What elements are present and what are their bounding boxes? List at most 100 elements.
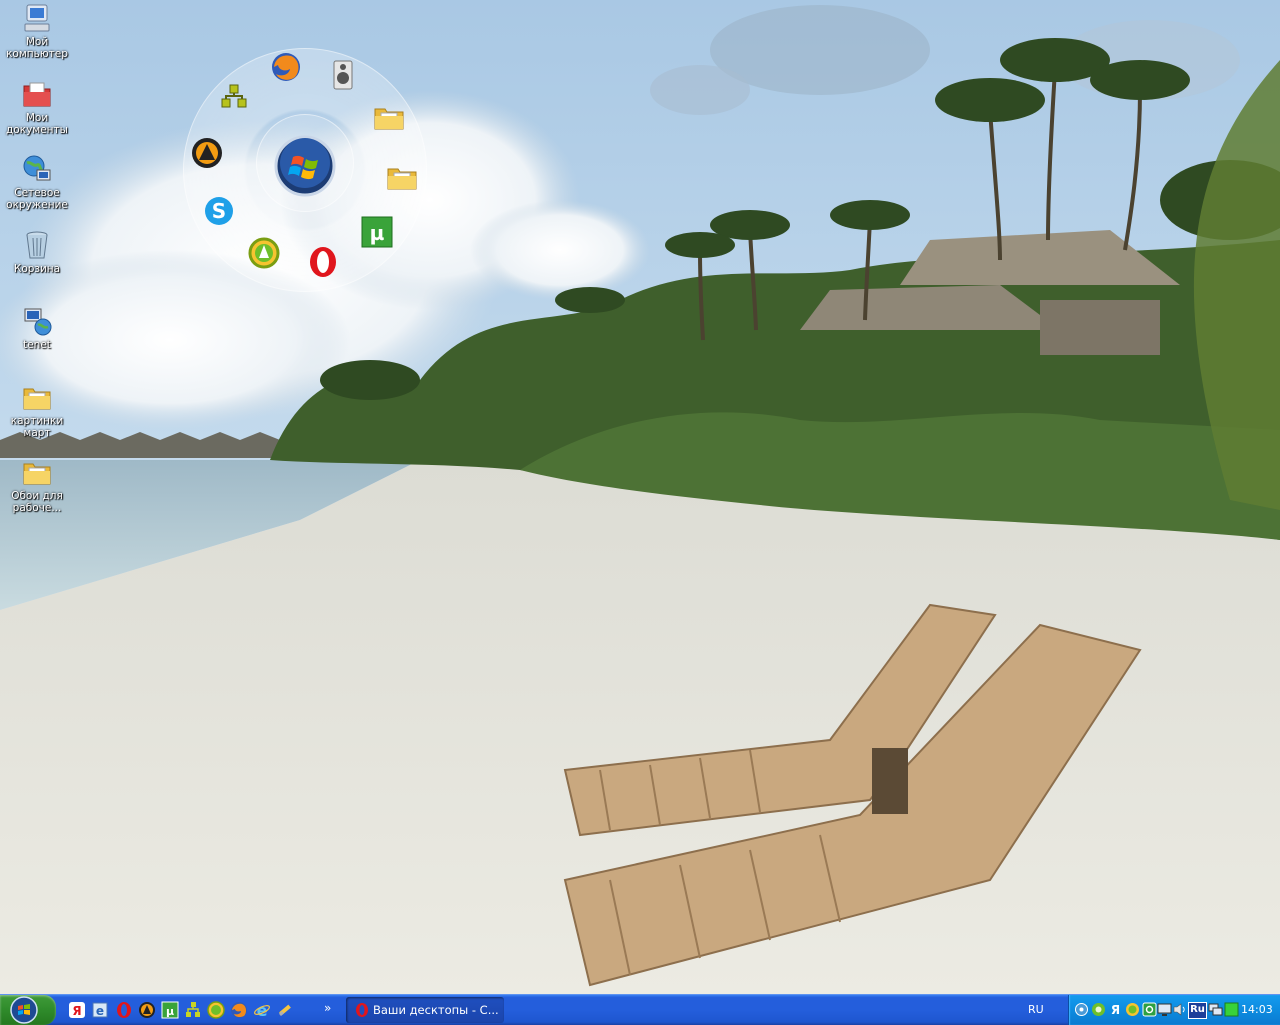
desktop-icon-label: картинки март [10, 415, 64, 439]
ftp-tree-icon [221, 84, 247, 108]
start-button[interactable] [0, 995, 56, 1025]
opera-icon [117, 1002, 131, 1018]
desktop-icon-tenet[interactable]: tenet [3, 305, 71, 351]
volume-icon [1173, 1003, 1185, 1016]
folder-icon [23, 388, 51, 410]
desktop-icon-label: Корзина [13, 263, 61, 275]
desktop-icon-folder-oboi[interactable]: Обои для рабоче... [3, 456, 71, 514]
my-computer-icon [24, 4, 50, 32]
tray-language-button[interactable]: Ru [1188, 1002, 1207, 1019]
desktop-icon-label: Сетевое окружение [6, 187, 68, 211]
tray-green-app-icon-wrap[interactable] [1142, 1002, 1157, 1017]
launcher-item-skype[interactable]: S [202, 194, 236, 228]
launcher-item-speaker[interactable] [326, 58, 360, 92]
firefox-icon [272, 53, 300, 81]
tray-icq-icon-wrap[interactable] [1091, 1002, 1106, 1017]
aimp-icon [139, 1002, 155, 1018]
desktop-icon-label: Мои документы [6, 112, 68, 136]
folder-icon [374, 108, 404, 130]
launcher-item-opera[interactable] [306, 245, 340, 279]
launcher-item-utorrent[interactable]: µ [360, 215, 394, 249]
ie-shield-icon: e [92, 1002, 108, 1018]
quicklaunch-ftp-tree[interactable] [184, 1001, 202, 1019]
taskbar-window-button[interactable]: Ваши десктопы - С... [346, 997, 504, 1023]
launcher-item-aimp[interactable] [190, 136, 224, 170]
quicklaunch-yandex[interactable]: Я [68, 1001, 86, 1019]
taskbar-window-label: Ваши десктопы - С... [373, 1003, 499, 1017]
agent-icon [248, 237, 280, 269]
tray-language-label: Ru [1190, 1004, 1205, 1015]
launcher-item-folder-2[interactable] [385, 160, 419, 194]
tray-connection-icon-wrap[interactable] [1208, 1002, 1223, 1017]
desktop-icon-my-documents[interactable]: Мои документы [3, 78, 71, 136]
green-status-icon [1224, 1002, 1239, 1017]
network-icon [23, 155, 51, 181]
icq-icon [1092, 1003, 1105, 1016]
quicklaunch-tool[interactable] [276, 1001, 294, 1019]
ie-icon: e [254, 1001, 270, 1019]
system-tray: Я Ru 14:03 [1068, 995, 1280, 1025]
ftp-tree-icon [186, 1002, 200, 1017]
svg-text:S: S [212, 199, 226, 223]
quicklaunch-ie[interactable]: e [253, 1001, 271, 1019]
agent-icon [207, 1001, 225, 1019]
svg-text:µ: µ [370, 221, 385, 245]
svg-text:Я: Я [72, 1004, 81, 1018]
language-indicator[interactable]: RU [1028, 1003, 1044, 1016]
yandex-icon: Я [69, 1002, 85, 1018]
quicklaunch-ie-shield[interactable]: e [91, 1001, 109, 1019]
desktop-icon-label: tenet [23, 339, 51, 351]
svg-text:e: e [257, 1001, 268, 1019]
green-app-icon [1142, 1002, 1157, 1017]
svg-text:Я: Я [1111, 1003, 1120, 1017]
opera-icon [310, 247, 336, 277]
radial-launcher: µ S [183, 48, 427, 292]
quicklaunch-aimp[interactable] [138, 1001, 156, 1019]
utorrent-icon: µ [361, 216, 393, 248]
recycle-bin-icon [26, 231, 48, 259]
windows-logo-icon [10, 996, 38, 1024]
svg-text:µ: µ [166, 1005, 174, 1018]
opera-icon [356, 1003, 368, 1017]
tray-volume-icon-wrap[interactable] [1172, 1002, 1187, 1017]
tray-status-icon-wrap[interactable] [1224, 1002, 1239, 1017]
launcher-item-folder-1[interactable] [372, 100, 406, 134]
tenet-icon [24, 308, 52, 336]
display-icon [1157, 1003, 1172, 1016]
launcher-item-ftp-tree[interactable] [217, 81, 251, 115]
desktop-icon-my-computer[interactable]: Мой компьютер [3, 2, 71, 60]
taskbar: Я e µ e » Ваши десктопы - С... RU Я Ru 1… [0, 994, 1280, 1025]
desktop-icon-network[interactable]: Сетевое окружение [3, 153, 71, 211]
desktop-icon-label: Мой компьютер [6, 36, 68, 60]
aimp-icon [192, 138, 222, 168]
desktop-icon-recycle-bin[interactable]: Корзина [3, 229, 71, 275]
folder-icon [387, 168, 417, 190]
quicklaunch-firefox[interactable] [230, 1001, 248, 1019]
quicklaunch-more-button[interactable]: » [324, 1001, 331, 1015]
folder-icon [23, 463, 51, 485]
svg-text:e: e [96, 1004, 104, 1018]
tray-network-icon-wrap[interactable] [1074, 1002, 1089, 1017]
utorrent-icon: µ [161, 1001, 179, 1019]
firefox-icon [231, 1002, 247, 1018]
windows-logo-icon [274, 135, 336, 197]
skype-icon: S [205, 197, 233, 225]
quicklaunch-agent[interactable] [207, 1001, 225, 1019]
tool-icon [278, 1004, 291, 1017]
tray-display-icon-wrap[interactable] [1157, 1002, 1172, 1017]
desktop-icon-label: Обои для рабоче... [11, 490, 63, 514]
launcher-item-agent[interactable] [247, 236, 281, 270]
agent-icon [1126, 1003, 1139, 1016]
clock[interactable]: 14:03 [1241, 1003, 1273, 1016]
yandex-icon: Я [1111, 1003, 1120, 1017]
desktop-icon-folder-kartinki[interactable]: картинки март [3, 381, 71, 439]
speaker-icon [333, 60, 353, 90]
launcher-item-firefox[interactable] [269, 50, 303, 84]
tray-agent-icon-wrap[interactable] [1125, 1002, 1140, 1017]
my-documents-icon [23, 82, 51, 107]
quicklaunch-opera[interactable] [115, 1001, 133, 1019]
tray-yandex-icon-wrap[interactable]: Я [1108, 1002, 1123, 1017]
launcher-windows-button[interactable] [274, 135, 336, 197]
quicklaunch-utorrent[interactable]: µ [161, 1001, 179, 1019]
network-icon [1075, 1003, 1088, 1016]
